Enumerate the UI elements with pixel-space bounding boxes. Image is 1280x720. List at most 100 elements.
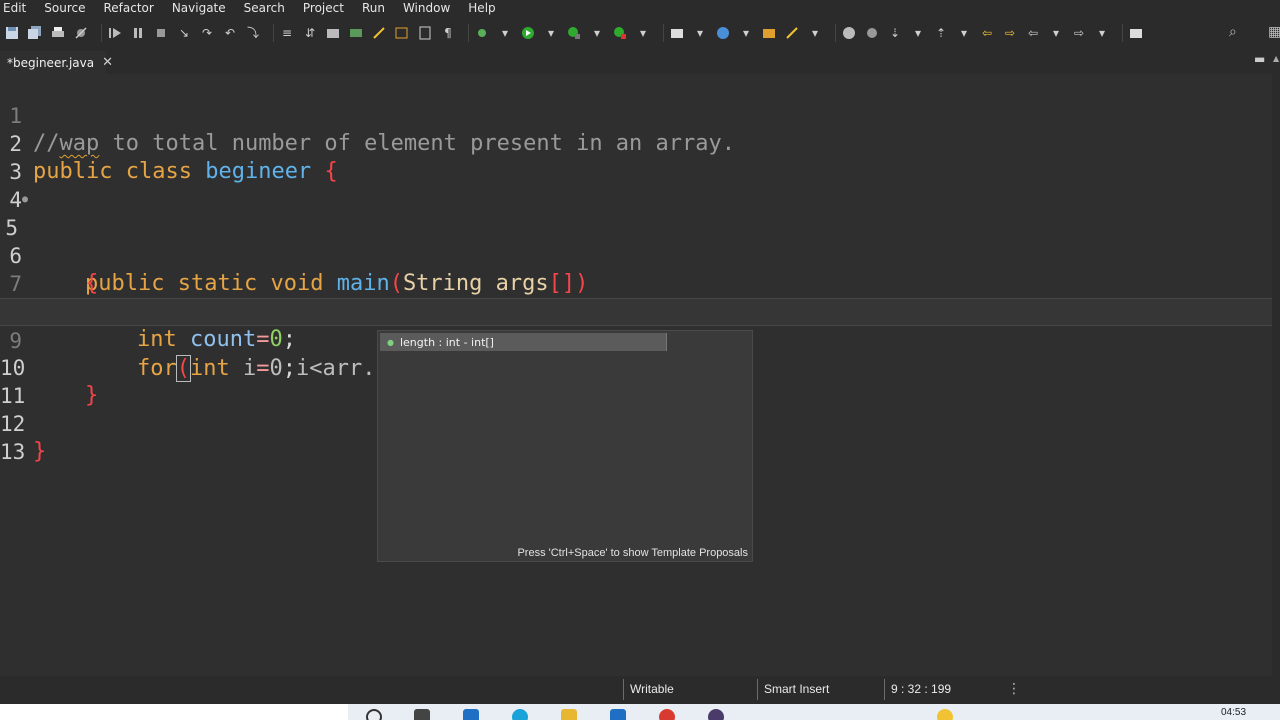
windows-taskbar: 04:53: [0, 704, 1280, 720]
edge-icon[interactable]: [463, 709, 479, 720]
dropdown-arrow-icon[interactable]: ▾: [1094, 25, 1110, 41]
open-folder-icon[interactable]: [669, 25, 685, 41]
run-icon[interactable]: [417, 25, 433, 41]
dropdown-arrow-icon[interactable]: ▾: [635, 25, 651, 41]
menu-navigate[interactable]: Navigate: [172, 0, 226, 16]
build-icon[interactable]: [761, 25, 777, 41]
proposal-list[interactable]: ● length : int - int[]: [378, 331, 754, 545]
drop-to-frame-icon[interactable]: ⤵: [245, 25, 261, 41]
next-annotation-icon[interactable]: ⇣: [887, 25, 903, 41]
dropdown-arrow-icon[interactable]: ▾: [807, 25, 823, 41]
file-explorer-icon[interactable]: [414, 709, 430, 720]
proposal-item[interactable]: ● length : int - int[]: [380, 333, 666, 351]
menu-window[interactable]: Window: [403, 0, 450, 16]
proposal-label: length : int - int[]: [399, 335, 494, 349]
show-whitespace-icon[interactable]: [371, 25, 387, 41]
current-code-line: 9 for(int i=0;i<arr.lengt): [0, 298, 1272, 382]
toolbar-separator: [101, 24, 102, 42]
taskbar-clock[interactable]: 04:53: [1221, 707, 1246, 718]
forward-edit-icon[interactable]: ⇨: [1002, 25, 1018, 41]
folder-icon[interactable]: [561, 709, 577, 720]
taskbar-search-box[interactable]: [0, 704, 348, 720]
search-icon[interactable]: ⌕: [1229, 24, 1237, 40]
dropdown-arrow-icon[interactable]: ▾: [1048, 25, 1064, 41]
dropdown-arrow-icon[interactable]: ▾: [589, 25, 605, 41]
eclipse-icon[interactable]: [708, 709, 724, 720]
back-icon[interactable]: ⇦: [1025, 25, 1041, 41]
dropdown-arrow-icon[interactable]: ▾: [497, 25, 513, 41]
code-line: 7 int arr[]= {1,2,3,4,5};: [0, 242, 1272, 324]
dropdown-arrow-icon[interactable]: ▾: [692, 25, 708, 41]
code-line: 3: [0, 130, 1272, 184]
vertical-scrollbar[interactable]: [1272, 50, 1280, 676]
step-over-icon[interactable]: ↷: [199, 25, 215, 41]
toolbar-separator: [1122, 24, 1123, 42]
code-line: 2 public class begineer {: [0, 102, 1272, 184]
new-package-icon[interactable]: [566, 25, 582, 41]
step-into-icon[interactable]: ↘: [176, 25, 192, 41]
toolbar-separator: [835, 24, 836, 42]
resume-icon[interactable]: [107, 25, 123, 41]
save-icon[interactable]: [4, 25, 20, 41]
proposal-hint: Press 'Ctrl+Space' to show Template Prop…: [517, 547, 748, 559]
terminate-icon[interactable]: [153, 25, 169, 41]
external-tools-icon[interactable]: [474, 25, 490, 41]
divider: [757, 679, 758, 700]
annotation-icon[interactable]: [784, 25, 800, 41]
forward-icon[interactable]: ⇨: [1071, 25, 1087, 41]
search-flash-icon[interactable]: [864, 25, 880, 41]
new-server-icon[interactable]: ≡: [279, 25, 295, 41]
open-type-icon[interactable]: ⇵: [302, 25, 318, 41]
tab-begineer-java[interactable]: *begineer.java ✕: [0, 51, 113, 74]
new-class-icon[interactable]: [612, 25, 628, 41]
divider: [884, 679, 885, 700]
menu-source[interactable]: Source: [44, 0, 85, 16]
print-icon[interactable]: [50, 25, 66, 41]
menu-run[interactable]: Run: [362, 0, 385, 16]
dropdown-arrow-icon[interactable]: ▾: [543, 25, 559, 41]
browser-icon[interactable]: [512, 709, 528, 720]
debug-icon[interactable]: [394, 25, 410, 41]
close-icon[interactable]: ✕: [102, 55, 113, 70]
menu-project[interactable]: Project: [303, 0, 344, 16]
world-icon[interactable]: [841, 25, 857, 41]
code-line: 6 {: [0, 214, 1272, 296]
menu-bar: Edit Source Refactor Navigate Search Pro…: [0, 0, 1280, 16]
coverage-icon[interactable]: ¶: [440, 25, 456, 41]
fold-marker-icon[interactable]: ●: [22, 186, 28, 214]
status-insert-mode[interactable]: Smart Insert: [764, 682, 829, 696]
tab-label: *begineer.java: [7, 55, 95, 70]
dropdown-arrow-icon[interactable]: ▾: [956, 25, 972, 41]
open-perspective-icon[interactable]: ▦: [1268, 24, 1280, 40]
menu-refactor[interactable]: Refactor: [103, 0, 153, 16]
status-cursor-position: 9 : 32 : 199: [891, 682, 952, 696]
dropdown-arrow-icon[interactable]: ▾: [738, 25, 754, 41]
menu-edit[interactable]: Edit: [3, 0, 26, 16]
notification-icon[interactable]: [937, 709, 953, 720]
toggle-mark-occurrences-icon[interactable]: [325, 25, 341, 41]
previous-annotation-icon[interactable]: ⇡: [933, 25, 949, 41]
step-return-icon[interactable]: ↶: [222, 25, 238, 41]
divider: [623, 679, 624, 700]
new-java-project-icon[interactable]: [520, 25, 536, 41]
menu-search[interactable]: Search: [244, 0, 285, 16]
task-view-icon[interactable]: [366, 709, 382, 720]
last-edit-icon[interactable]: ⇦: [979, 25, 995, 41]
divider: [666, 333, 667, 351]
editor-tab-bar: *begineer.java ✕: [0, 50, 1280, 74]
store-icon[interactable]: [610, 709, 626, 720]
toggle-block-selection-icon[interactable]: [348, 25, 364, 41]
chrome-icon[interactable]: [659, 709, 675, 720]
scroll-up-icon[interactable]: ▲: [1273, 54, 1279, 63]
code-line: 5 ● public static void main(String args[…: [0, 186, 1272, 296]
menu-help[interactable]: Help: [468, 0, 495, 16]
dropdown-arrow-icon[interactable]: ▾: [910, 25, 926, 41]
pin-editor-icon[interactable]: [1128, 25, 1144, 41]
skip-breakpoints-icon[interactable]: [73, 25, 89, 41]
globe-icon[interactable]: [715, 25, 731, 41]
suspend-icon[interactable]: [130, 25, 146, 41]
status-bar: Writable Smart Insert 9 : 32 : 199 ⋮: [0, 676, 1280, 704]
more-icon[interactable]: ⋮: [1007, 681, 1021, 697]
minimize-icon[interactable]: ▬: [1254, 52, 1265, 66]
save-all-icon[interactable]: [27, 25, 43, 41]
